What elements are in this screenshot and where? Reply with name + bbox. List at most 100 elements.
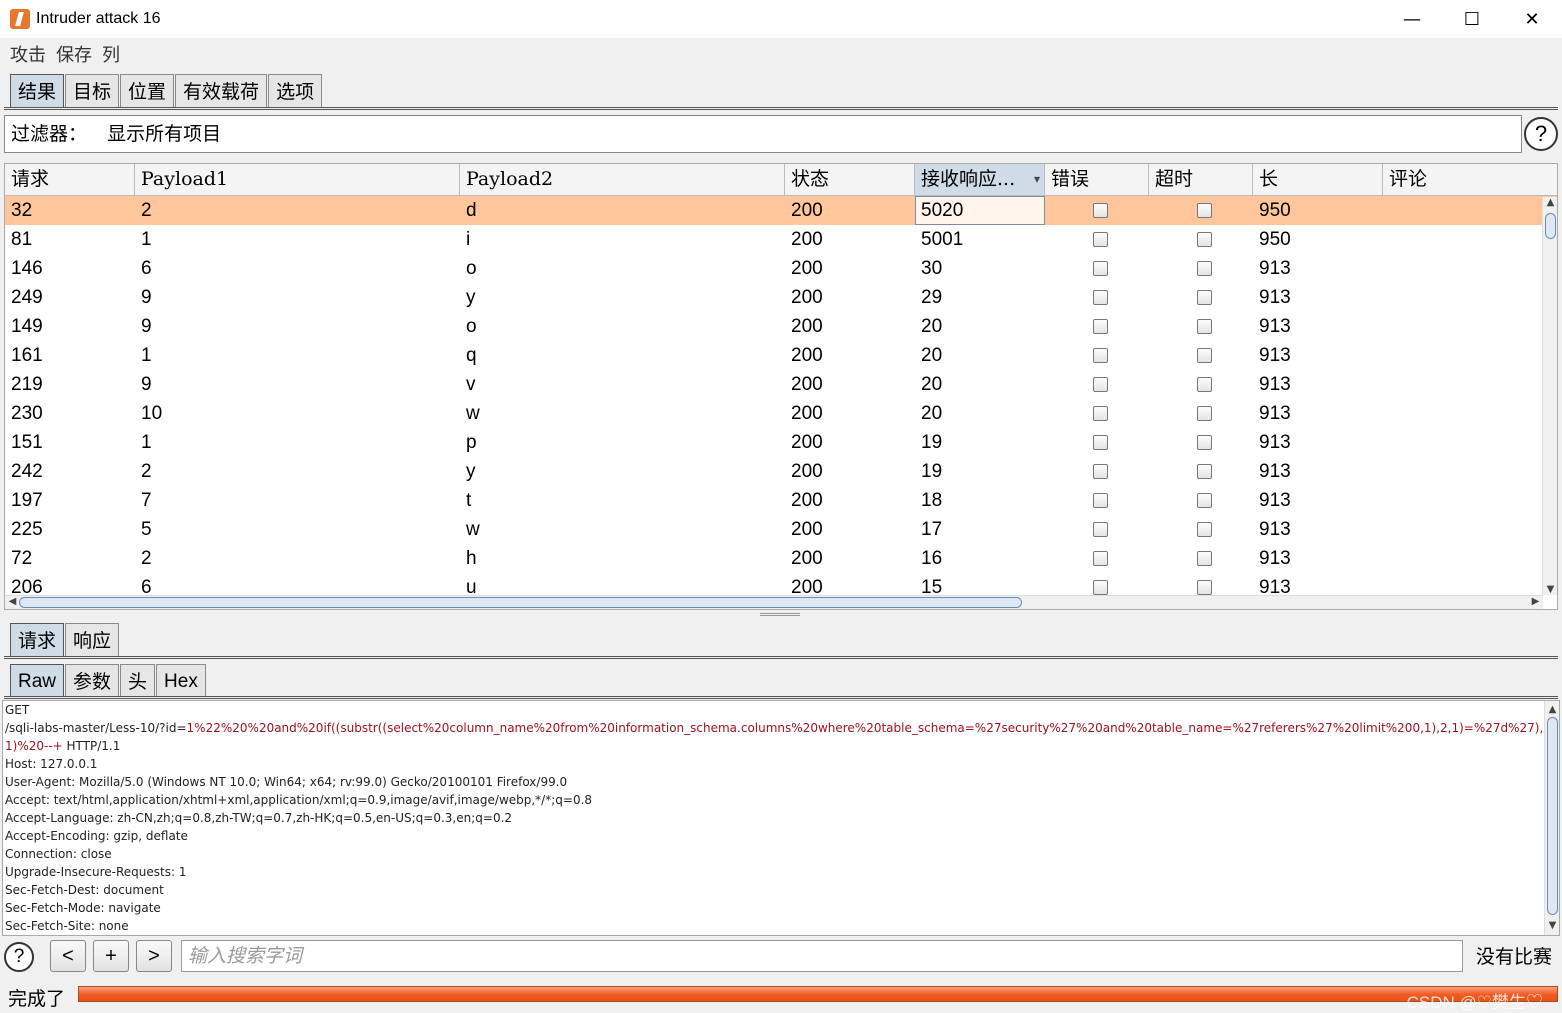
editor-scroll-down-icon[interactable]: ▼ bbox=[1545, 917, 1559, 935]
table-row[interactable]: 146 6 o 200 30 913 bbox=[5, 254, 1557, 283]
table-row[interactable]: 249 9 y 200 29 913 bbox=[5, 283, 1557, 312]
error-checkbox[interactable] bbox=[1092, 493, 1108, 508]
payload-text-2: 1)%20--+ bbox=[5, 739, 63, 753]
timeout-checkbox[interactable] bbox=[1196, 493, 1212, 508]
table-row[interactable]: 161 1 q 200 20 913 bbox=[5, 341, 1557, 370]
search-help-icon[interactable]: ? bbox=[4, 942, 34, 972]
timeout-checkbox[interactable] bbox=[1196, 290, 1212, 305]
results-table: 请求 Payload1 Payload2 状态 接收响应... 错误 超时 长 … bbox=[4, 163, 1558, 610]
tab-target[interactable]: 目标 bbox=[65, 74, 120, 107]
timeout-checkbox[interactable] bbox=[1196, 377, 1212, 392]
table-row[interactable]: 81 1 i 200 5001 950 bbox=[5, 225, 1557, 254]
search-input[interactable]: 输入搜索字词 bbox=[181, 940, 1463, 972]
error-checkbox[interactable] bbox=[1092, 406, 1108, 421]
table-row[interactable]: 72 2 h 200 16 913 bbox=[5, 544, 1557, 573]
column-header-response-received[interactable]: 接收响应... bbox=[915, 164, 1045, 195]
filter-bar[interactable]: 过滤器： 显示所有项目 bbox=[4, 115, 1522, 153]
column-header-comment[interactable]: 评论 bbox=[1383, 164, 1557, 195]
error-checkbox[interactable] bbox=[1092, 232, 1108, 247]
column-header-error[interactable]: 错误 bbox=[1045, 164, 1149, 195]
column-header-timeout[interactable]: 超时 bbox=[1149, 164, 1253, 195]
table-vertical-scrollbar[interactable]: ▲ ▼ bbox=[1542, 197, 1557, 595]
tab-response[interactable]: 响应 bbox=[65, 623, 120, 656]
table-row[interactable]: 197 7 t 200 18 913 bbox=[5, 486, 1557, 515]
error-checkbox[interactable] bbox=[1092, 203, 1108, 218]
table-row[interactable]: 149 9 o 200 20 913 bbox=[5, 312, 1557, 341]
timeout-checkbox[interactable] bbox=[1196, 203, 1212, 218]
cell-timeout bbox=[1149, 370, 1253, 399]
timeout-checkbox[interactable] bbox=[1196, 435, 1212, 450]
cell-response-received: 19 bbox=[921, 461, 943, 482]
timeout-checkbox[interactable] bbox=[1196, 464, 1212, 479]
progress-fill bbox=[79, 987, 1557, 1001]
timeout-checkbox[interactable] bbox=[1196, 348, 1212, 363]
table-row[interactable]: 225 5 w 200 17 913 bbox=[5, 515, 1557, 544]
close-button[interactable]: ✕ bbox=[1502, 0, 1562, 38]
scroll-thumb[interactable] bbox=[1545, 213, 1556, 239]
pane-splitter[interactable] bbox=[760, 613, 800, 616]
menu-columns[interactable]: 列 bbox=[102, 41, 120, 67]
timeout-checkbox[interactable] bbox=[1196, 551, 1212, 566]
error-checkbox[interactable] bbox=[1092, 522, 1108, 537]
column-header-status[interactable]: 状态 bbox=[785, 164, 915, 195]
error-checkbox[interactable] bbox=[1092, 348, 1108, 363]
cell-error bbox=[1045, 341, 1149, 370]
filter-help-icon[interactable]: ? bbox=[1524, 117, 1558, 151]
tab-raw[interactable]: Raw bbox=[10, 664, 65, 697]
cell-comment bbox=[1383, 283, 1557, 312]
search-prev-button[interactable]: < bbox=[50, 940, 86, 972]
scroll-down-arrow-icon[interactable]: ▼ bbox=[1543, 584, 1557, 595]
request-editor[interactable]: GET /sqli-labs-master/Less-10/?id=1%22%2… bbox=[2, 700, 1560, 936]
column-header-payload1[interactable]: Payload1 bbox=[135, 164, 460, 195]
view-tabs: Raw 参数 头 Hex bbox=[10, 664, 207, 697]
search-add-button[interactable]: + bbox=[93, 940, 129, 972]
filter-label: 过滤器： bbox=[11, 123, 88, 145]
tab-positions[interactable]: 位置 bbox=[120, 74, 175, 107]
tab-headers[interactable]: 头 bbox=[120, 664, 156, 697]
tab-params[interactable]: 参数 bbox=[65, 664, 120, 697]
scroll-up-arrow-icon[interactable]: ▲ bbox=[1543, 197, 1557, 208]
tab-options[interactable]: 选项 bbox=[268, 74, 323, 107]
table-horizontal-scrollbar[interactable]: ◀ ▶ bbox=[5, 595, 1543, 609]
editor-scroll-thumb[interactable] bbox=[1547, 717, 1558, 915]
error-checkbox[interactable] bbox=[1092, 580, 1108, 595]
table-row[interactable]: 219 9 v 200 20 913 bbox=[5, 370, 1557, 399]
error-checkbox[interactable] bbox=[1092, 464, 1108, 479]
menu-save[interactable]: 保存 bbox=[56, 41, 92, 67]
column-header-request[interactable]: 请求 bbox=[5, 164, 135, 195]
error-checkbox[interactable] bbox=[1092, 435, 1108, 450]
cell-request: 81 bbox=[11, 229, 33, 250]
editor-vertical-scrollbar[interactable]: ▲ ▼ bbox=[1544, 701, 1559, 935]
tab-results[interactable]: 结果 bbox=[10, 74, 65, 107]
cell-timeout bbox=[1149, 312, 1253, 341]
minimize-button[interactable]: — bbox=[1382, 0, 1442, 38]
table-row[interactable]: 32 2 d 200 5020 950 bbox=[5, 196, 1557, 225]
table-row[interactable]: 151 1 p 200 19 913 bbox=[5, 428, 1557, 457]
tab-request[interactable]: 请求 bbox=[10, 623, 65, 656]
column-header-length[interactable]: 长 bbox=[1253, 164, 1383, 195]
timeout-checkbox[interactable] bbox=[1196, 522, 1212, 537]
timeout-checkbox[interactable] bbox=[1196, 319, 1212, 334]
error-checkbox[interactable] bbox=[1092, 290, 1108, 305]
search-next-button[interactable]: > bbox=[136, 940, 172, 972]
error-checkbox[interactable] bbox=[1092, 551, 1108, 566]
table-row[interactable]: 230 10 w 200 20 913 bbox=[5, 399, 1557, 428]
timeout-checkbox[interactable] bbox=[1196, 261, 1212, 276]
error-checkbox[interactable] bbox=[1092, 319, 1108, 334]
maximize-button[interactable]: ☐ bbox=[1442, 0, 1502, 38]
cell-comment bbox=[1383, 196, 1557, 225]
tab-hex[interactable]: Hex bbox=[156, 664, 206, 697]
cell-response-received: 20 bbox=[921, 345, 943, 366]
timeout-checkbox[interactable] bbox=[1196, 580, 1212, 595]
error-checkbox[interactable] bbox=[1092, 261, 1108, 276]
scroll-left-arrow-icon[interactable]: ◀ bbox=[5, 596, 20, 607]
tab-payloads[interactable]: 有效载荷 bbox=[175, 74, 268, 107]
scroll-right-arrow-icon[interactable]: ▶ bbox=[1528, 596, 1543, 607]
menu-attack[interactable]: 攻击 bbox=[10, 41, 46, 67]
timeout-checkbox[interactable] bbox=[1196, 232, 1212, 247]
table-row[interactable]: 242 2 y 200 19 913 bbox=[5, 457, 1557, 486]
column-header-payload2[interactable]: Payload2 bbox=[460, 164, 785, 195]
hscroll-thumb[interactable] bbox=[19, 597, 1022, 608]
timeout-checkbox[interactable] bbox=[1196, 406, 1212, 421]
error-checkbox[interactable] bbox=[1092, 377, 1108, 392]
